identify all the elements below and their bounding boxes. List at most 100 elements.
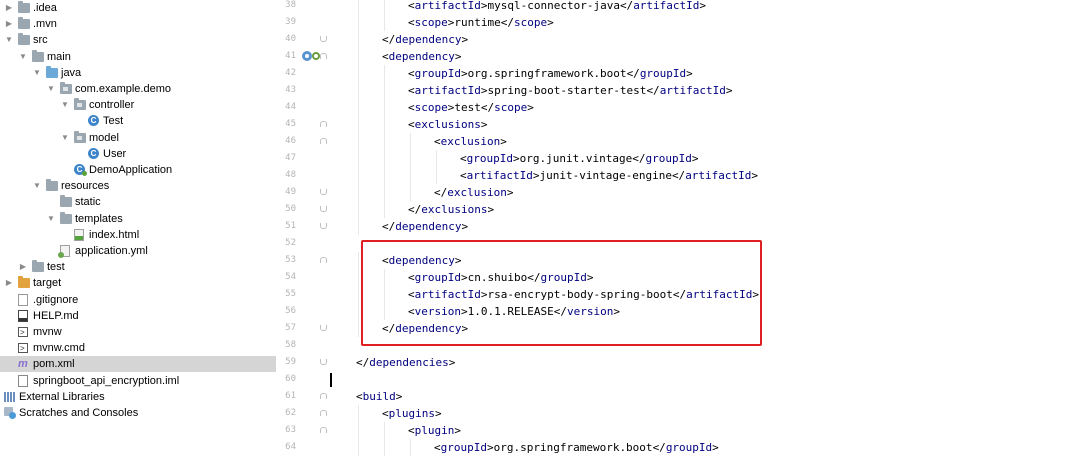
- line-number: 45: [285, 119, 296, 129]
- fold-open-icon[interactable]: [320, 121, 327, 127]
- fold-open-icon[interactable]: [320, 393, 327, 399]
- gutter-line[interactable]: 61: [276, 388, 330, 405]
- gutter-line[interactable]: 59: [276, 354, 330, 371]
- folder-icon: [18, 33, 30, 46]
- gutter-line[interactable]: 62: [276, 405, 330, 422]
- tree-item[interactable]: ▶ .idea: [0, 0, 276, 16]
- gutter-line[interactable]: 41: [276, 48, 330, 65]
- gutter-line[interactable]: 50: [276, 201, 330, 218]
- gutter-line[interactable]: 45: [276, 116, 330, 133]
- gutter-line[interactable]: 58: [276, 337, 330, 354]
- run-marker-icon[interactable]: [302, 51, 312, 61]
- tree-item[interactable]: .gitignore: [0, 292, 276, 308]
- editor-gutter[interactable]: 38 39 40 41 42 43 44 45 46 47 48 49 50 51 52 53 54 55 56 57…: [276, 0, 330, 452]
- chevron-down-icon[interactable]: ▼: [60, 130, 70, 146]
- tree-item[interactable]: springboot_api_encryption.iml: [0, 373, 276, 389]
- tree-item[interactable]: static: [0, 194, 276, 210]
- fold-open-icon[interactable]: [320, 427, 327, 433]
- indent-guide: [384, 201, 385, 218]
- tree-item[interactable]: Scratches and Consoles: [0, 405, 276, 421]
- fold-open-icon[interactable]: [320, 410, 327, 416]
- tree-item[interactable]: ▼ com.example.demo: [0, 81, 276, 97]
- fold-open-icon[interactable]: [320, 138, 327, 144]
- gutter-line[interactable]: 52: [276, 235, 330, 252]
- fold-close-icon[interactable]: [320, 189, 327, 195]
- gutter-line[interactable]: 47: [276, 150, 330, 167]
- tree-item[interactable]: ▼ java: [0, 65, 276, 81]
- tree-item[interactable]: C User: [0, 146, 276, 162]
- tree-item-label: Test: [103, 115, 124, 128]
- gutter-line[interactable]: 51: [276, 218, 330, 235]
- gutter-line[interactable]: 54: [276, 269, 330, 286]
- xml-closing-tag-name: groupId: [645, 152, 692, 165]
- line-number: 63: [285, 425, 296, 435]
- tree-item[interactable]: C Test: [0, 113, 276, 129]
- gutter-line[interactable]: 42: [276, 65, 330, 82]
- gutter-line[interactable]: 64: [276, 439, 330, 456]
- gutter-line[interactable]: 43: [276, 82, 330, 99]
- indent-guide: [358, 252, 359, 269]
- gutter-line[interactable]: 63: [276, 422, 330, 439]
- tree-item[interactable]: ▼ templates: [0, 211, 276, 227]
- chevron-right-icon[interactable]: ▶: [4, 16, 14, 32]
- tree-item[interactable]: application.yml: [0, 243, 276, 259]
- tree-item[interactable]: HELP.md: [0, 308, 276, 324]
- chevron-down-icon[interactable]: ▼: [46, 211, 56, 227]
- tree-item-label: External Libraries: [19, 390, 105, 403]
- indent-guide: [384, 150, 385, 167]
- fold-close-icon[interactable]: [320, 359, 327, 365]
- chevron-down-icon[interactable]: ▼: [4, 32, 14, 48]
- tree-item[interactable]: index.html: [0, 227, 276, 243]
- gutter-line[interactable]: 44: [276, 99, 330, 116]
- highlight-box: [361, 240, 762, 346]
- chevron-down-icon[interactable]: ▼: [46, 81, 56, 97]
- tree-item[interactable]: C DemoApplication: [0, 162, 276, 178]
- gutter-line[interactable]: 60: [276, 371, 330, 388]
- fold-close-icon[interactable]: [320, 206, 327, 212]
- chevron-down-icon[interactable]: ▼: [32, 178, 42, 194]
- gutter-line[interactable]: 38: [276, 0, 330, 14]
- line-number: 38: [285, 0, 296, 10]
- chevron-right-icon[interactable]: ▶: [4, 0, 14, 16]
- chevron-right-icon[interactable]: ▶: [18, 259, 28, 275]
- xml-element: <groupId>org.junit.vintage</groupId>: [460, 152, 699, 165]
- gutter-line[interactable]: 56: [276, 303, 330, 320]
- dependency-marker-icon[interactable]: [312, 52, 320, 60]
- chevron-down-icon[interactable]: ▼: [60, 97, 70, 113]
- gutter-line[interactable]: 39: [276, 14, 330, 31]
- line-number: 57: [285, 323, 296, 333]
- fold-close-icon[interactable]: [320, 223, 327, 229]
- fold-close-icon[interactable]: [320, 325, 327, 331]
- xml-element: <artifactId>mysql-connector-java</artifa…: [408, 0, 707, 12]
- gutter-line[interactable]: 57: [276, 320, 330, 337]
- xml-element: </dependency>: [382, 33, 469, 46]
- tree-item[interactable]: ▼ controller: [0, 97, 276, 113]
- code-editor[interactable]: <artifactId>mysql-connector-java</artifa…: [330, 0, 1080, 456]
- chevron-down-icon[interactable]: ▼: [18, 49, 28, 65]
- tree-item[interactable]: mvnw.cmd: [0, 340, 276, 357]
- tree-item[interactable]: ▶ .mvn: [0, 16, 276, 32]
- tree-item[interactable]: mvnw: [0, 324, 276, 341]
- gutter-line[interactable]: 40: [276, 31, 330, 48]
- tree-item[interactable]: m pom.xml: [0, 356, 276, 373]
- tree-item[interactable]: ▶ test: [0, 259, 276, 275]
- xml-closing-tag-name: groupId: [665, 441, 713, 454]
- gutter-line[interactable]: 55: [276, 286, 330, 303]
- code-line: <scope>test</scope>: [330, 99, 1080, 116]
- fold-open-icon[interactable]: [320, 53, 327, 59]
- tree-item[interactable]: ▼ model: [0, 130, 276, 146]
- tree-item[interactable]: ▶ target: [0, 275, 276, 291]
- gutter-line[interactable]: 53: [276, 252, 330, 269]
- fold-open-icon[interactable]: [320, 257, 327, 263]
- tree-item[interactable]: ▶External Libraries: [0, 389, 276, 405]
- gutter-line[interactable]: 46: [276, 133, 330, 150]
- tree-item[interactable]: ▼ resources: [0, 178, 276, 194]
- xml-tag-name: exclusions: [414, 118, 481, 131]
- gutter-line[interactable]: 49: [276, 184, 330, 201]
- chevron-down-icon[interactable]: ▼: [32, 65, 42, 81]
- chevron-right-icon[interactable]: ▶: [4, 275, 14, 291]
- gutter-line[interactable]: 48: [276, 167, 330, 184]
- tree-item[interactable]: ▼ main: [0, 49, 276, 65]
- tree-item[interactable]: ▼ src: [0, 32, 276, 48]
- fold-close-icon[interactable]: [320, 36, 327, 42]
